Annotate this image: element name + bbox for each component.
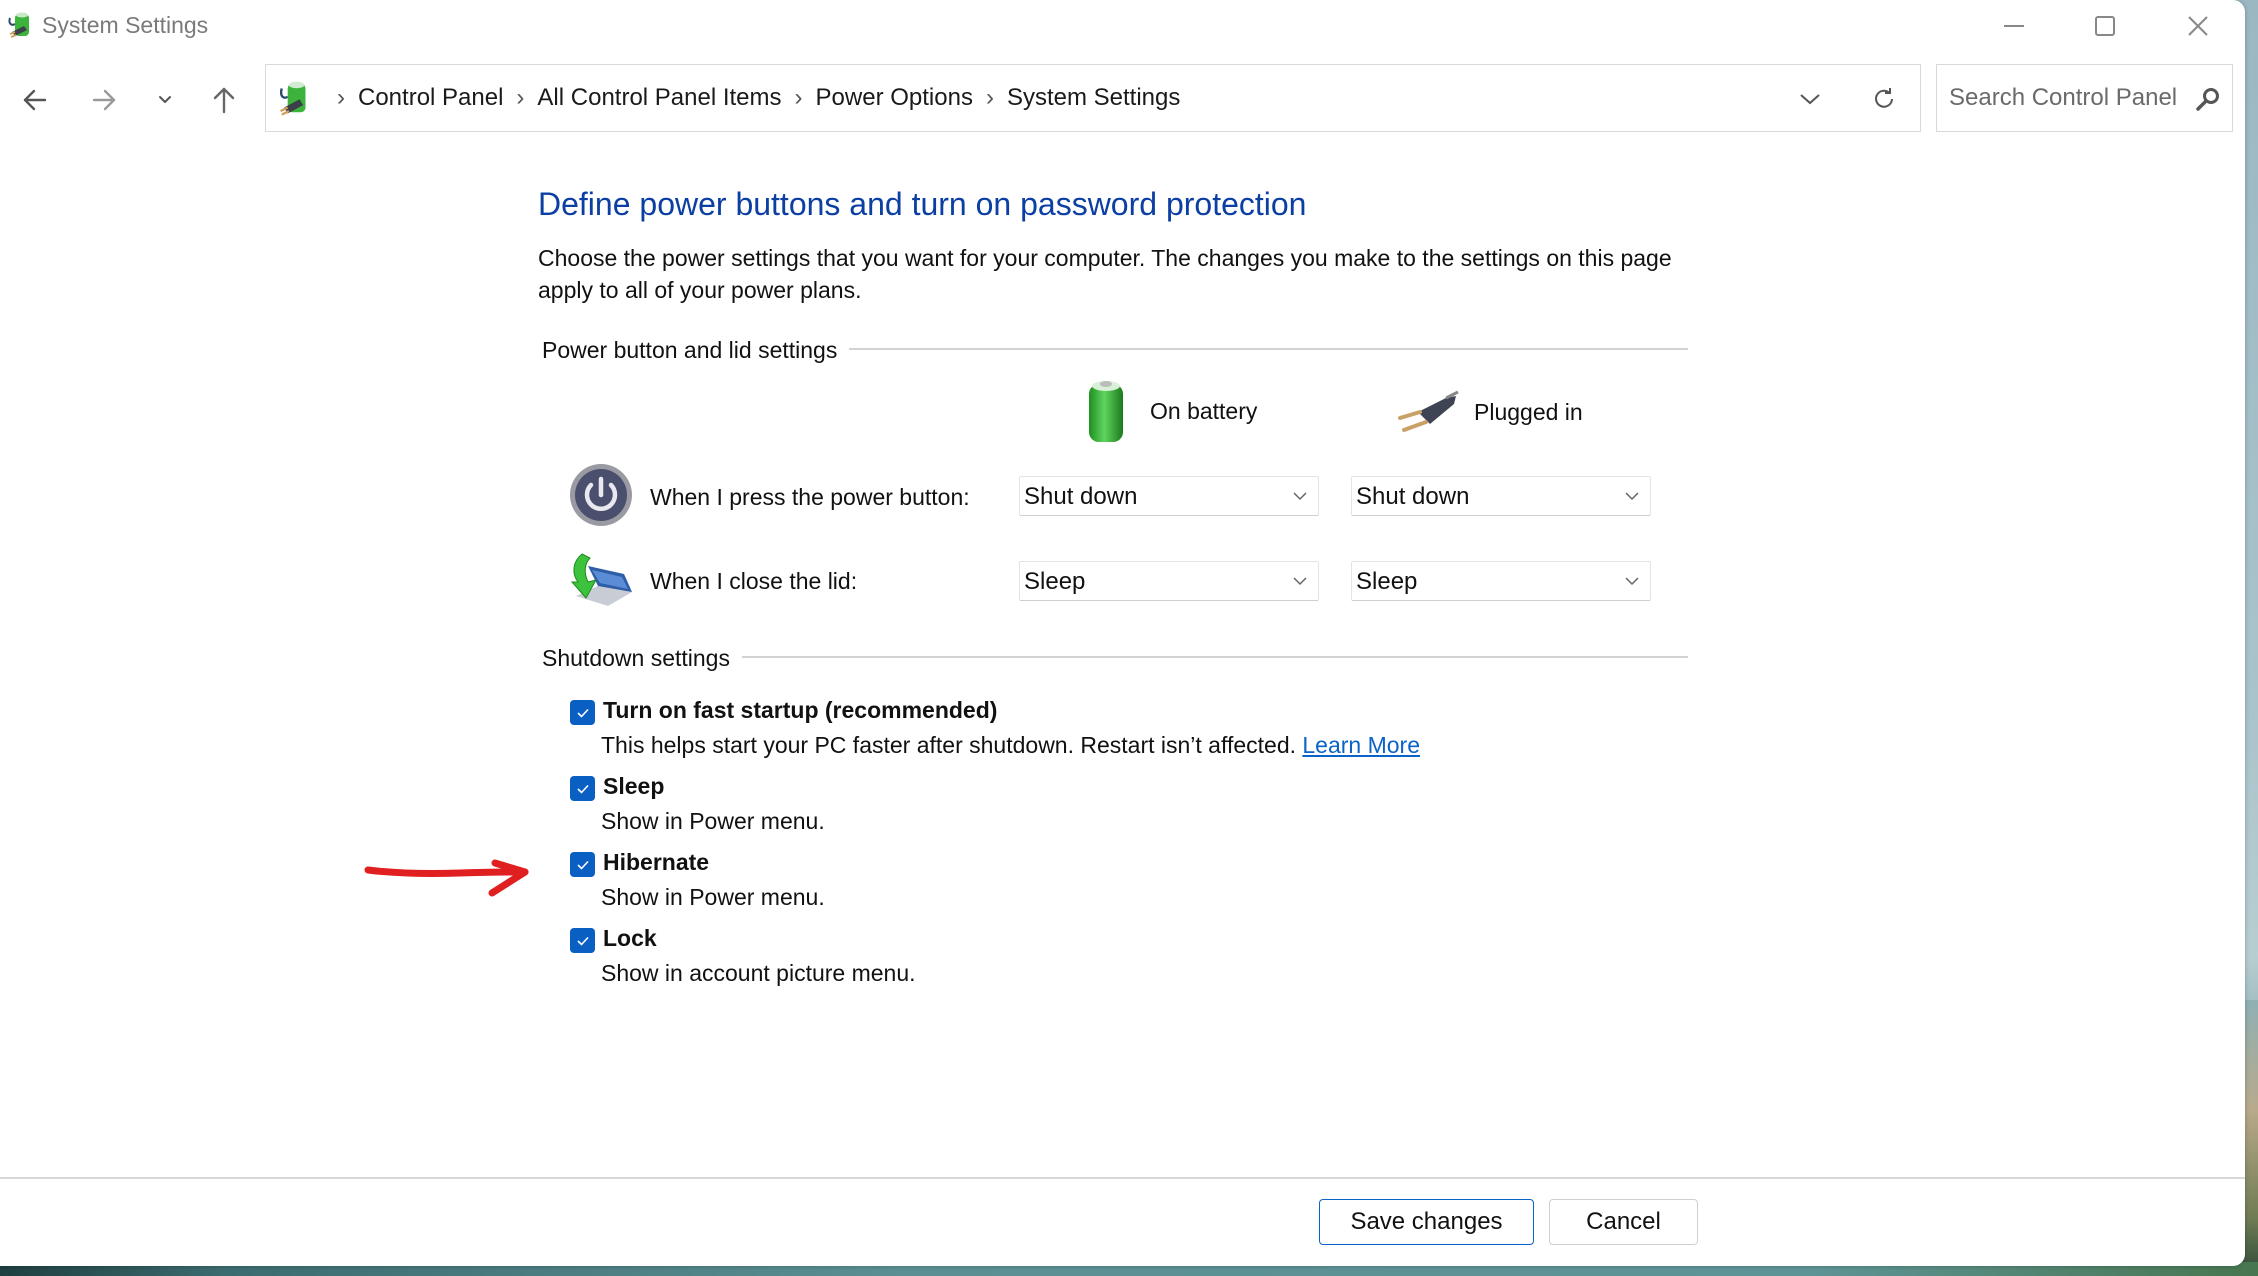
power-section-label: Power button and lid settings	[542, 337, 850, 364]
minimize-button[interactable]	[1984, 4, 2044, 48]
lock-description: Show in account picture menu.	[601, 960, 916, 986]
title-bar: System Settings	[0, 0, 2245, 52]
close-lid-plugged-in-select[interactable]: Sleep	[1351, 561, 1651, 601]
selected-value: Shut down	[1024, 483, 1138, 510]
recent-locations-button[interactable]	[143, 78, 187, 122]
search-input[interactable]	[1947, 65, 2191, 131]
breadcrumb-separator-icon[interactable]: ›	[782, 84, 816, 112]
checkmark-icon	[576, 708, 589, 718]
power-button-label: When I press the power button:	[650, 484, 970, 510]
lock-title: Lock	[603, 925, 657, 951]
close-icon	[2188, 16, 2208, 36]
column-header-plugged-in: Plugged in	[1396, 390, 1583, 434]
checkmark-icon	[576, 860, 589, 870]
power-button-icon	[570, 464, 632, 526]
hibernate-checkbox[interactable]	[570, 852, 595, 877]
power-button-on-battery-select[interactable]: Shut down	[1019, 476, 1319, 516]
search-icon[interactable]	[2194, 85, 2222, 113]
learn-more-link[interactable]: Learn More	[1302, 732, 1420, 758]
refresh-icon	[1875, 88, 1893, 108]
sleep-description: Show in Power menu.	[601, 808, 825, 834]
back-button[interactable]	[13, 78, 57, 122]
fast-startup-description-text: This helps start your PC faster after sh…	[601, 732, 1296, 758]
red-arrow-annotation	[364, 859, 529, 897]
up-button[interactable]	[202, 78, 246, 122]
power-options-icon	[279, 81, 306, 116]
arrow-left-icon	[23, 89, 47, 111]
chevron-down-icon	[1800, 94, 1820, 105]
close-button[interactable]	[2168, 4, 2228, 48]
window-title: System Settings	[42, 12, 209, 38]
close-lid-on-battery-select[interactable]: Sleep	[1019, 561, 1319, 601]
cancel-button[interactable]: Cancel	[1549, 1199, 1698, 1245]
breadcrumb-power-options[interactable]: Power Options	[816, 84, 973, 112]
chevron-down-icon	[1625, 492, 1639, 501]
arrow-right-icon	[92, 89, 116, 111]
lock-checkbox[interactable]	[570, 928, 595, 953]
checkmark-icon	[576, 784, 589, 794]
plugged-in-label: Plugged in	[1474, 398, 1583, 425]
page-description: Choose the power settings that you want …	[538, 245, 1672, 303]
forward-button[interactable]	[82, 78, 126, 122]
breadcrumb: › Control Panel › All Control Panel Item…	[324, 65, 1180, 131]
breadcrumb-separator-icon[interactable]: ›	[503, 84, 537, 112]
save-changes-button[interactable]: Save changes	[1319, 1199, 1534, 1245]
column-header-on-battery: On battery	[1086, 378, 1257, 444]
plug-icon	[1398, 390, 1459, 432]
power-button-plugged-in-select[interactable]: Shut down	[1351, 476, 1651, 516]
arrow-up-icon	[213, 87, 235, 114]
breadcrumb-separator-icon[interactable]: ›	[973, 84, 1007, 112]
battery-icon	[1089, 381, 1123, 442]
shutdown-section-label: Shutdown settings	[542, 645, 742, 672]
control-panel-window: System Settings › Control Panel › All Co…	[0, 0, 2245, 1266]
close-lid-label: When I close the lid:	[650, 568, 858, 594]
breadcrumb-system-settings[interactable]: System Settings	[1007, 84, 1180, 112]
sleep-checkbox[interactable]	[570, 776, 595, 801]
maximize-button[interactable]	[2075, 4, 2135, 48]
fast-startup-checkbox[interactable]	[570, 700, 595, 725]
on-battery-label: On battery	[1150, 397, 1258, 424]
search-box	[1936, 64, 2233, 132]
minimize-icon	[2004, 25, 2024, 27]
chevron-down-icon	[1625, 577, 1639, 586]
chevron-down-icon	[1293, 492, 1307, 501]
maximize-icon	[2095, 16, 2115, 36]
page-title: Define power buttons and turn on passwor…	[538, 186, 1307, 222]
power-options-icon	[8, 12, 29, 38]
selected-value: Sleep	[1024, 568, 1086, 595]
address-bar[interactable]: › Control Panel › All Control Panel Item…	[265, 64, 1921, 132]
selected-value: Shut down	[1356, 483, 1470, 510]
fast-startup-description: This helps start your PC faster after sh…	[601, 732, 1420, 759]
hibernate-title: Hibernate	[603, 849, 710, 875]
chevron-down-icon	[1293, 577, 1307, 586]
refresh-button[interactable]	[1862, 77, 1906, 121]
breadcrumb-separator-icon[interactable]: ›	[324, 84, 358, 112]
footer-divider	[0, 1177, 2245, 1179]
hibernate-description: Show in Power menu.	[601, 884, 825, 910]
fast-startup-title: Turn on fast startup (recommended)	[603, 697, 998, 723]
selected-value: Sleep	[1356, 568, 1418, 595]
close-lid-icon	[570, 553, 632, 606]
chevron-down-icon	[159, 96, 171, 103]
sleep-title: Sleep	[603, 773, 665, 799]
checkmark-icon	[576, 936, 589, 946]
address-history-dropdown[interactable]	[1788, 77, 1832, 121]
breadcrumb-control-panel[interactable]: Control Panel	[358, 84, 503, 112]
breadcrumb-all-control-panel-items[interactable]: All Control Panel Items	[537, 84, 781, 112]
